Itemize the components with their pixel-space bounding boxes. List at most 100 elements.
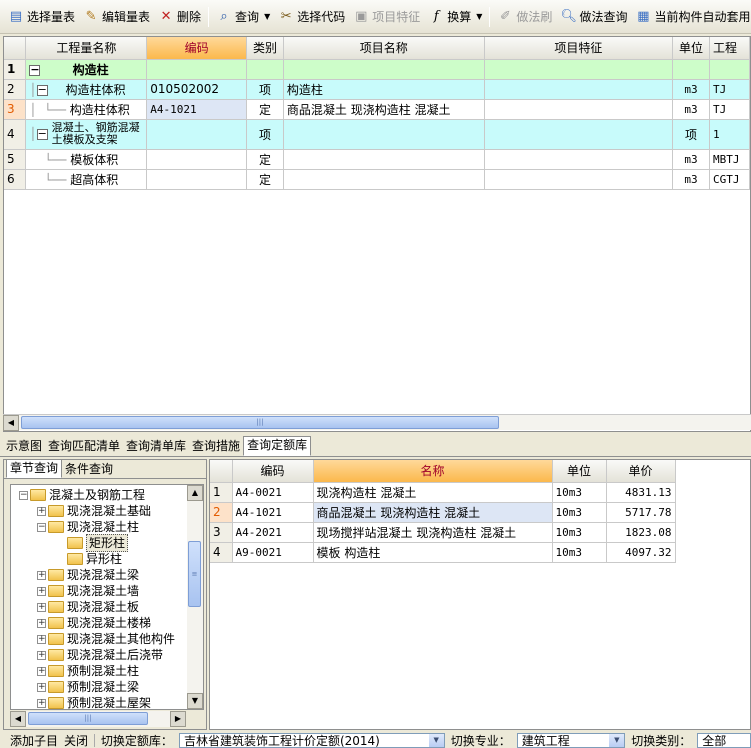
scroll-right-icon[interactable]: ▶ — [170, 711, 186, 727]
tree-node[interactable]: − 混凝土及钢筋工程 — [19, 487, 203, 503]
cell-unit[interactable]: 10m3 — [552, 482, 607, 503]
tree-node[interactable]: + 预制混凝土梁 — [19, 679, 203, 695]
cell-feature[interactable] — [484, 59, 674, 80]
cell-code[interactable] — [146, 169, 247, 190]
cell-code[interactable]: 010502002 — [146, 79, 247, 100]
expand-icon[interactable]: + — [37, 682, 46, 692]
collapse-icon[interactable]: − — [37, 522, 46, 532]
close-button[interactable]: 关闭 — [64, 733, 88, 748]
cell-name[interactable]: │ − 混凝土、钢筋混凝土模板及支架 — [25, 119, 148, 150]
table-row[interactable]: 3 A4-2021 现场搅拌站混凝土 现浇构造柱 混凝土 10m3 1823.0… — [210, 522, 676, 543]
cell-code[interactable] — [146, 149, 247, 170]
cell-type[interactable]: 定 — [246, 169, 284, 190]
cell-code[interactable] — [146, 119, 247, 150]
cell-code[interactable]: A4-2021 — [232, 522, 314, 543]
table-row[interactable]: 1 − 构造柱 — [4, 59, 750, 80]
method-brush-button[interactable]: ✐ 做法刷 — [493, 6, 556, 28]
auto-apply-button[interactable]: ▦ 当前构件自动套用 — [631, 6, 751, 28]
cell-name[interactable]: └── 超高体积 — [25, 169, 148, 190]
tree-node[interactable]: 矩形柱 — [19, 534, 203, 552]
cell-feature[interactable] — [484, 149, 674, 170]
cell-project-name[interactable] — [283, 59, 485, 80]
tree-node[interactable]: − 现浇混凝土柱 — [19, 519, 203, 535]
cell-name[interactable]: 模板 构造柱 — [313, 542, 553, 563]
col-header-feature[interactable]: 项目特征 — [484, 37, 674, 60]
scroll-left-icon[interactable]: ◀ — [3, 415, 19, 431]
tab-measures[interactable]: 查询措施 — [189, 438, 243, 456]
cell-expr[interactable]: MBTJ — [709, 149, 750, 170]
scrollbar-thumb[interactable]: ≡ — [188, 541, 201, 607]
cell-unit[interactable]: 10m3 — [552, 502, 607, 523]
cell-project-name[interactable] — [283, 149, 485, 170]
scroll-left-icon[interactable]: ◀ — [10, 711, 26, 727]
table-row[interactable]: 6 └── 超高体积 定 m3 CGTJ — [4, 169, 750, 190]
table-row[interactable]: 4 A9-0021 模板 构造柱 10m3 4097.32 — [210, 542, 676, 563]
cell-type[interactable]: 项 — [246, 79, 284, 100]
cell-price[interactable]: 5717.78 — [606, 502, 676, 523]
major-select[interactable]: 建筑工程 ▼ — [516, 733, 626, 748]
collapse-icon[interactable]: − — [19, 490, 28, 500]
cell-type[interactable] — [246, 59, 284, 80]
collapse-icon[interactable]: − — [36, 84, 48, 96]
cell-name[interactable]: │− 构造柱体积 — [25, 79, 148, 100]
tab-quota-library[interactable]: 查询定额库 — [243, 436, 312, 456]
cell-unit[interactable]: m3 — [672, 99, 711, 120]
cell-expr[interactable] — [709, 59, 750, 80]
cell-code[interactable]: A4-1021 — [232, 502, 314, 523]
cell-expr[interactable]: TJ — [709, 99, 750, 120]
type-select[interactable]: 全部 — [697, 733, 751, 748]
expand-icon[interactable]: + — [37, 602, 46, 612]
expand-icon[interactable]: + — [37, 586, 46, 596]
cell-unit[interactable]: m3 — [672, 79, 711, 100]
tab-match-list[interactable]: 查询匹配清单 — [45, 438, 123, 456]
tree-node[interactable]: 异形柱 — [19, 551, 203, 567]
collapse-icon[interactable]: − — [36, 128, 48, 140]
col-header-project-name[interactable]: 项目名称 — [283, 37, 485, 60]
tab-chapter-query[interactable]: 章节查询 — [6, 459, 63, 478]
cell-project-name[interactable]: 商品混凝土 现浇构造柱 混凝土 — [283, 99, 485, 120]
tree-node[interactable]: + 现浇混凝土楼梯 — [19, 615, 203, 631]
quota-library-select[interactable]: 吉林省建筑装饰工程计价定额(2014) ▼ — [178, 733, 445, 748]
cell-price[interactable]: 4831.13 — [606, 482, 676, 503]
cell-name[interactable]: 商品混凝土 现浇构造柱 混凝土 — [313, 502, 553, 523]
cell-unit[interactable]: 10m3 — [552, 522, 607, 543]
scroll-up-icon[interactable]: ▲ — [187, 485, 203, 501]
cell-feature[interactable] — [484, 79, 674, 100]
cell-price[interactable]: 4097.32 — [606, 542, 676, 563]
scrollbar-thumb[interactable]: ||| — [28, 712, 148, 725]
tab-diagram[interactable]: 示意图 — [3, 438, 45, 456]
cell-unit[interactable]: 项 — [672, 119, 711, 150]
corner-cell[interactable] — [210, 460, 233, 483]
cell-name[interactable]: − 构造柱 — [25, 59, 148, 80]
cell-expr[interactable]: TJ — [709, 79, 750, 100]
corner-cell[interactable] — [4, 37, 27, 60]
cell-expr[interactable]: CGTJ — [709, 169, 750, 190]
cell-unit[interactable]: m3 — [672, 169, 711, 190]
cell-code[interactable]: A9-0021 — [232, 542, 314, 563]
scroll-down-icon[interactable]: ▼ — [187, 693, 203, 709]
cell-expr[interactable]: 1 — [709, 119, 750, 150]
cell-type[interactable]: 定 — [246, 99, 284, 120]
expand-icon[interactable]: + — [37, 506, 46, 516]
cell-feature[interactable] — [484, 99, 674, 120]
table-row[interactable]: 2 │− 构造柱体积 010502002 项 构造柱 m3 TJ — [4, 79, 750, 100]
conversion-button[interactable]: f 换算 ▼ — [424, 6, 486, 28]
tab-condition-query[interactable]: 条件查询 — [62, 461, 116, 478]
cell-name[interactable]: └── 模板体积 — [25, 149, 148, 170]
cell-type[interactable]: 定 — [246, 149, 284, 170]
add-child-button[interactable]: 添加子目 — [10, 733, 58, 748]
expand-icon[interactable]: + — [37, 570, 46, 580]
table-row[interactable]: 2 A4-1021 商品混凝土 现浇构造柱 混凝土 10m3 5717.78 — [210, 502, 676, 523]
cell-code[interactable]: A4-1021 — [146, 99, 247, 120]
cell-code[interactable]: A4-0021 — [232, 482, 314, 503]
select-table-button[interactable]: ▤ 选择量表 — [4, 6, 79, 28]
cell-name[interactable]: 现场搅拌站混凝土 现浇构造柱 混凝土 — [313, 522, 553, 543]
expand-icon[interactable]: + — [37, 666, 46, 676]
edit-table-button[interactable]: ✎ 编辑量表 — [79, 6, 154, 28]
col-header-expr[interactable]: 工程 — [709, 37, 750, 60]
tree-node[interactable]: + 预制混凝土屋架 — [19, 695, 203, 709]
cell-code[interactable] — [146, 59, 247, 80]
col-header-code[interactable]: 编码 — [146, 37, 247, 60]
cell-project-name[interactable] — [283, 119, 485, 150]
method-query-button[interactable]: 🔍︎ 做法查询 — [556, 6, 631, 28]
